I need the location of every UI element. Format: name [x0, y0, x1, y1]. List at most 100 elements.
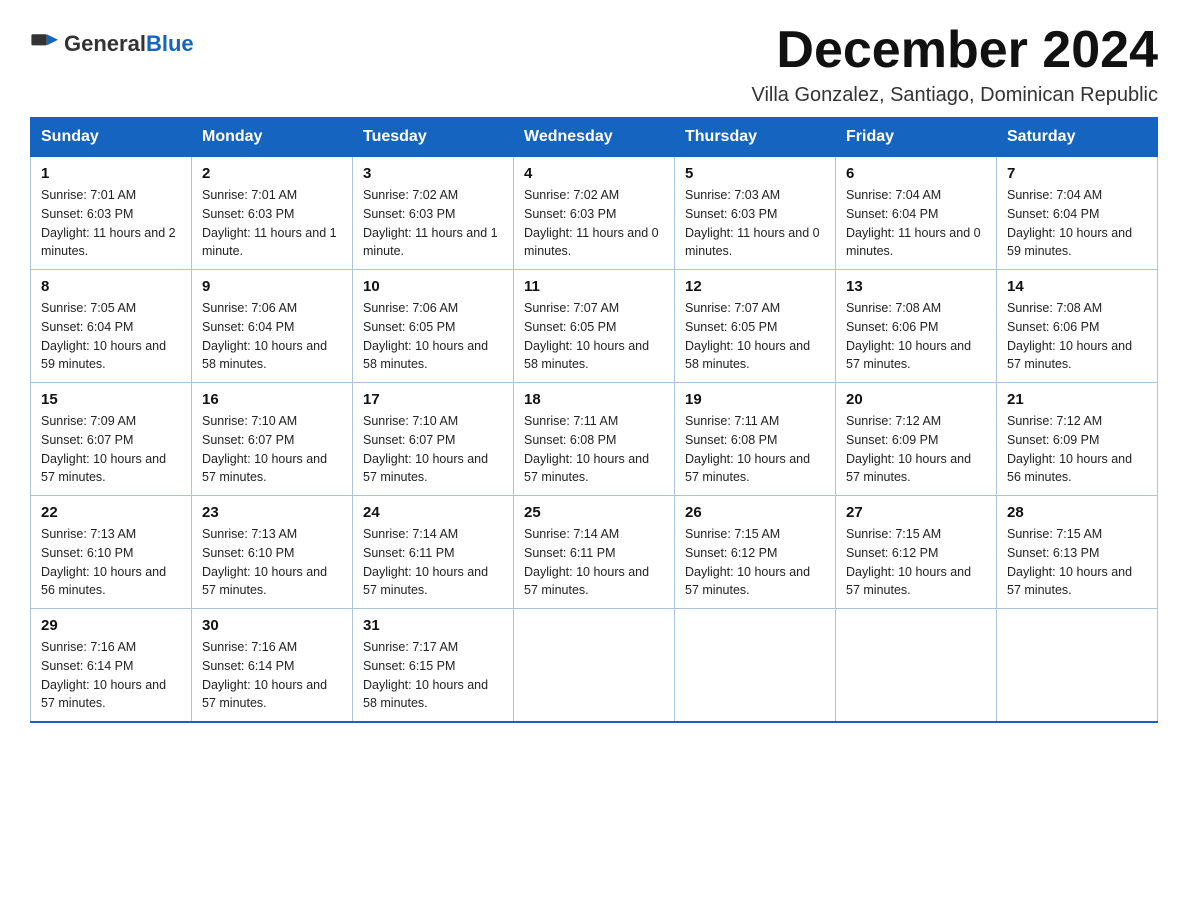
day-info: Sunrise: 7:14 AMSunset: 6:11 PMDaylight:… [524, 525, 664, 600]
day-info: Sunrise: 7:02 AMSunset: 6:03 PMDaylight:… [363, 186, 503, 261]
day-number: 1 [41, 165, 181, 182]
week-row-3: 15Sunrise: 7:09 AMSunset: 6:07 PMDayligh… [31, 383, 1158, 496]
day-info: Sunrise: 7:11 AMSunset: 6:08 PMDaylight:… [685, 412, 825, 487]
day-number: 26 [685, 504, 825, 521]
day-number: 16 [202, 391, 342, 408]
day-info: Sunrise: 7:13 AMSunset: 6:10 PMDaylight:… [202, 525, 342, 600]
day-info: Sunrise: 7:04 AMSunset: 6:04 PMDaylight:… [1007, 186, 1147, 261]
day-info: Sunrise: 7:01 AMSunset: 6:03 PMDaylight:… [202, 186, 342, 261]
calendar-cell: 6Sunrise: 7:04 AMSunset: 6:04 PMDaylight… [836, 157, 997, 270]
day-info: Sunrise: 7:16 AMSunset: 6:14 PMDaylight:… [202, 638, 342, 713]
calendar-cell: 20 Sunrise: 7:12 AMSunset: 6:09 PMDayligh… [836, 383, 997, 496]
week-row-1: 1 Sunrise: 7:01 AMSunset: 6:03 PMDaylight… [31, 157, 1158, 270]
calendar-cell: 14 Sunrise: 7:08 AMSunset: 6:06 PMDayligh… [997, 270, 1158, 383]
day-number: 20 [846, 391, 986, 408]
day-info: Sunrise: 7:13 AMSunset: 6:10 PMDaylight:… [41, 525, 181, 600]
day-info: Sunrise: 7:06 AMSunset: 6:05 PMDaylight:… [363, 299, 503, 374]
weekday-header-friday: Friday [836, 118, 997, 157]
day-number: 19 [685, 391, 825, 408]
calendar-cell: 9 Sunrise: 7:06 AMSunset: 6:04 PMDaylight… [192, 270, 353, 383]
week-row-4: 22 Sunrise: 7:13 AMSunset: 6:10 PMDayligh… [31, 496, 1158, 609]
day-number: 21 [1007, 391, 1147, 408]
calendar-cell: 18Sunrise: 7:11 AMSunset: 6:08 PMDayligh… [514, 383, 675, 496]
day-number: 14 [1007, 278, 1147, 295]
day-info: Sunrise: 7:17 AMSunset: 6:15 PMDaylight:… [363, 638, 503, 713]
calendar-cell: 11Sunrise: 7:07 AMSunset: 6:05 PMDayligh… [514, 270, 675, 383]
weekday-header-thursday: Thursday [675, 118, 836, 157]
page-header: GeneralBlue December 2024 Villa Gonzalez… [30, 20, 1158, 107]
day-info: Sunrise: 7:07 AMSunset: 6:05 PMDaylight:… [685, 299, 825, 374]
day-number: 18 [524, 391, 664, 408]
calendar-cell: 15Sunrise: 7:09 AMSunset: 6:07 PMDayligh… [31, 383, 192, 496]
calendar-cell: 24 Sunrise: 7:14 AMSunset: 6:11 PMDayligh… [353, 496, 514, 609]
day-number: 31 [363, 617, 503, 634]
day-number: 2 [202, 165, 342, 182]
logo-blue: Blue [146, 31, 194, 56]
calendar-cell: 29Sunrise: 7:16 AMSunset: 6:14 PMDayligh… [31, 609, 192, 723]
day-number: 10 [363, 278, 503, 295]
day-number: 23 [202, 504, 342, 521]
week-row-5: 29Sunrise: 7:16 AMSunset: 6:14 PMDayligh… [31, 609, 1158, 723]
day-number: 9 [202, 278, 342, 295]
day-info: Sunrise: 7:04 AMSunset: 6:04 PMDaylight:… [846, 186, 986, 261]
calendar-cell: 7 Sunrise: 7:04 AMSunset: 6:04 PMDaylight… [997, 157, 1158, 270]
day-info: Sunrise: 7:10 AMSunset: 6:07 PMDaylight:… [202, 412, 342, 487]
weekday-header-monday: Monday [192, 118, 353, 157]
weekday-header-tuesday: Tuesday [353, 118, 514, 157]
day-info: Sunrise: 7:10 AMSunset: 6:07 PMDaylight:… [363, 412, 503, 487]
calendar-cell [675, 609, 836, 723]
calendar-cell: 16 Sunrise: 7:10 AMSunset: 6:07 PMDayligh… [192, 383, 353, 496]
day-number: 28 [1007, 504, 1147, 521]
calendar-cell: 23 Sunrise: 7:13 AMSunset: 6:10 PMDayligh… [192, 496, 353, 609]
day-info: Sunrise: 7:03 AMSunset: 6:03 PMDaylight:… [685, 186, 825, 261]
calendar-cell [514, 609, 675, 723]
day-number: 4 [524, 165, 664, 182]
day-number: 25 [524, 504, 664, 521]
day-number: 17 [363, 391, 503, 408]
day-number: 8 [41, 278, 181, 295]
day-number: 22 [41, 504, 181, 521]
day-number: 30 [202, 617, 342, 634]
calendar-cell: 27 Sunrise: 7:15 AMSunset: 6:12 PMDayligh… [836, 496, 997, 609]
day-info: Sunrise: 7:01 AMSunset: 6:03 PMDaylight:… [41, 186, 181, 261]
calendar-cell: 25 Sunrise: 7:14 AMSunset: 6:11 PMDayligh… [514, 496, 675, 609]
weekday-header-sunday: Sunday [31, 118, 192, 157]
calendar-cell: 19 Sunrise: 7:11 AMSunset: 6:08 PMDayligh… [675, 383, 836, 496]
day-number: 27 [846, 504, 986, 521]
day-info: Sunrise: 7:09 AMSunset: 6:07 PMDaylight:… [41, 412, 181, 487]
logo-icon [30, 30, 58, 58]
day-info: Sunrise: 7:16 AMSunset: 6:14 PMDaylight:… [41, 638, 181, 713]
logo-general: General [64, 31, 146, 56]
calendar-cell: 2 Sunrise: 7:01 AMSunset: 6:03 PMDaylight… [192, 157, 353, 270]
day-info: Sunrise: 7:14 AMSunset: 6:11 PMDaylight:… [363, 525, 503, 600]
day-info: Sunrise: 7:08 AMSunset: 6:06 PMDaylight:… [1007, 299, 1147, 374]
day-number: 24 [363, 504, 503, 521]
calendar-cell: 4 Sunrise: 7:02 AMSunset: 6:03 PMDaylight… [514, 157, 675, 270]
week-row-2: 8 Sunrise: 7:05 AMSunset: 6:04 PMDaylight… [31, 270, 1158, 383]
calendar-cell: 1 Sunrise: 7:01 AMSunset: 6:03 PMDaylight… [31, 157, 192, 270]
day-number: 3 [363, 165, 503, 182]
calendar-table: SundayMondayTuesdayWednesdayThursdayFrid… [30, 117, 1158, 723]
page-title: December 2024 [751, 20, 1158, 80]
subtitle: Villa Gonzalez, Santiago, Dominican Repu… [751, 84, 1158, 107]
calendar-cell: 13Sunrise: 7:08 AMSunset: 6:06 PMDayligh… [836, 270, 997, 383]
day-info: Sunrise: 7:05 AMSunset: 6:04 PMDaylight:… [41, 299, 181, 374]
calendar-cell: 12Sunrise: 7:07 AMSunset: 6:05 PMDayligh… [675, 270, 836, 383]
weekday-header-saturday: Saturday [997, 118, 1158, 157]
calendar-cell [997, 609, 1158, 723]
calendar-cell: 8 Sunrise: 7:05 AMSunset: 6:04 PMDaylight… [31, 270, 192, 383]
calendar-cell: 31 Sunrise: 7:17 AMSunset: 6:15 PMDayligh… [353, 609, 514, 723]
calendar-cell: 26 Sunrise: 7:15 AMSunset: 6:12 PMDayligh… [675, 496, 836, 609]
day-number: 7 [1007, 165, 1147, 182]
day-info: Sunrise: 7:15 AMSunset: 6:12 PMDaylight:… [846, 525, 986, 600]
day-info: Sunrise: 7:02 AMSunset: 6:03 PMDaylight:… [524, 186, 664, 261]
day-info: Sunrise: 7:12 AMSunset: 6:09 PMDaylight:… [846, 412, 986, 487]
day-info: Sunrise: 7:15 AMSunset: 6:13 PMDaylight:… [1007, 525, 1147, 600]
day-number: 13 [846, 278, 986, 295]
calendar-cell: 21Sunrise: 7:12 AMSunset: 6:09 PMDayligh… [997, 383, 1158, 496]
weekday-header-wednesday: Wednesday [514, 118, 675, 157]
day-info: Sunrise: 7:06 AMSunset: 6:04 PMDaylight:… [202, 299, 342, 374]
day-info: Sunrise: 7:15 AMSunset: 6:12 PMDaylight:… [685, 525, 825, 600]
weekday-header-row: SundayMondayTuesdayWednesdayThursdayFrid… [31, 118, 1158, 157]
calendar-cell: 5Sunrise: 7:03 AMSunset: 6:03 PMDaylight… [675, 157, 836, 270]
